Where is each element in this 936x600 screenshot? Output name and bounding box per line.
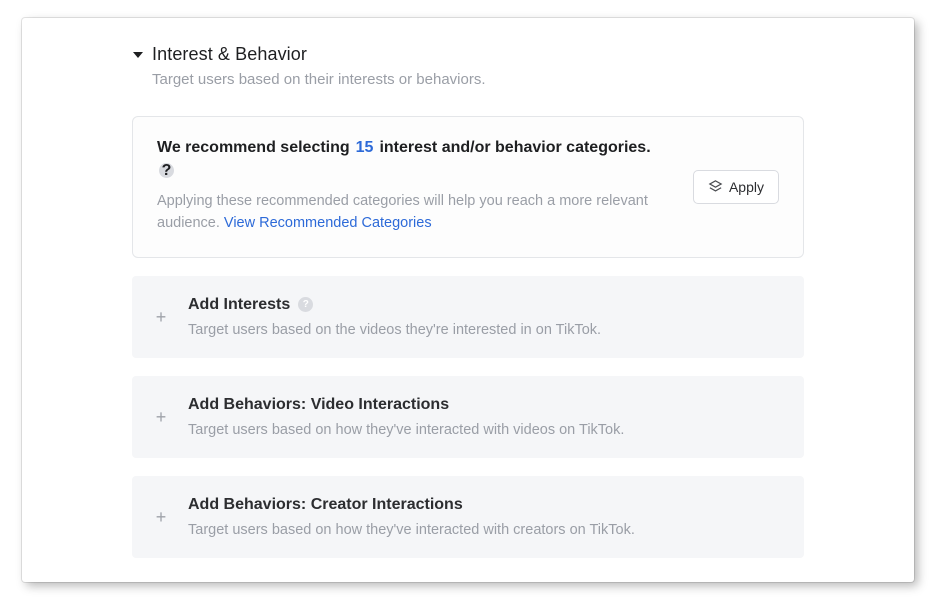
recommendation-card: We recommend selecting 15 interest and/o… <box>132 116 804 258</box>
add-interests-body: Add Interests ? Target users based on th… <box>188 296 782 338</box>
view-recommended-link[interactable]: View Recommended Categories <box>224 215 432 231</box>
recommendation-headline: We recommend selecting 15 interest and/o… <box>157 139 671 178</box>
add-interests-sub: Target users based on the videos they're… <box>188 322 782 338</box>
apply-stack-icon <box>708 179 723 194</box>
recommendation-subtext: Applying these recommended categories wi… <box>157 190 671 235</box>
reco-text-suffix: interest and/or behavior categories. <box>379 139 650 157</box>
add-video-title: Add Behaviors: Video Interactions <box>188 396 782 414</box>
add-creator-sub: Target users based on how they've intera… <box>188 522 782 538</box>
reco-count: 15 <box>356 139 374 157</box>
section-subtitle: Target users based on their interests or… <box>152 71 804 88</box>
add-video-interactions-card[interactable]: + Add Behaviors: Video Interactions Targ… <box>132 376 804 458</box>
add-interests-title: Add Interests <box>188 296 290 314</box>
plus-icon: + <box>154 308 168 326</box>
add-creator-interactions-card[interactable]: + Add Behaviors: Creator Interactions Ta… <box>132 476 804 558</box>
add-interests-card[interactable]: + Add Interests ? Target users based on … <box>132 276 804 358</box>
caret-down-icon <box>132 49 144 61</box>
reco-text-prefix: We recommend selecting <box>157 139 350 157</box>
apply-button[interactable]: Apply <box>693 170 779 204</box>
plus-icon: + <box>154 508 168 526</box>
section-title: Interest & Behavior <box>152 44 307 65</box>
add-video-sub: Target users based on how they've intera… <box>188 422 782 438</box>
plus-icon: + <box>154 408 168 426</box>
apply-label: Apply <box>729 179 764 195</box>
add-creator-title: Add Behaviors: Creator Interactions <box>188 496 782 514</box>
add-video-body: Add Behaviors: Video Interactions Target… <box>188 396 782 438</box>
add-creator-body: Add Behaviors: Creator Interactions Targ… <box>188 496 782 538</box>
section-header[interactable]: Interest & Behavior <box>132 44 804 65</box>
panel-interest-behavior: Interest & Behavior Target users based o… <box>22 18 914 582</box>
info-icon[interactable]: ? <box>298 297 313 312</box>
recommendation-body: We recommend selecting 15 interest and/o… <box>157 139 671 235</box>
info-icon[interactable]: ? <box>159 163 174 178</box>
